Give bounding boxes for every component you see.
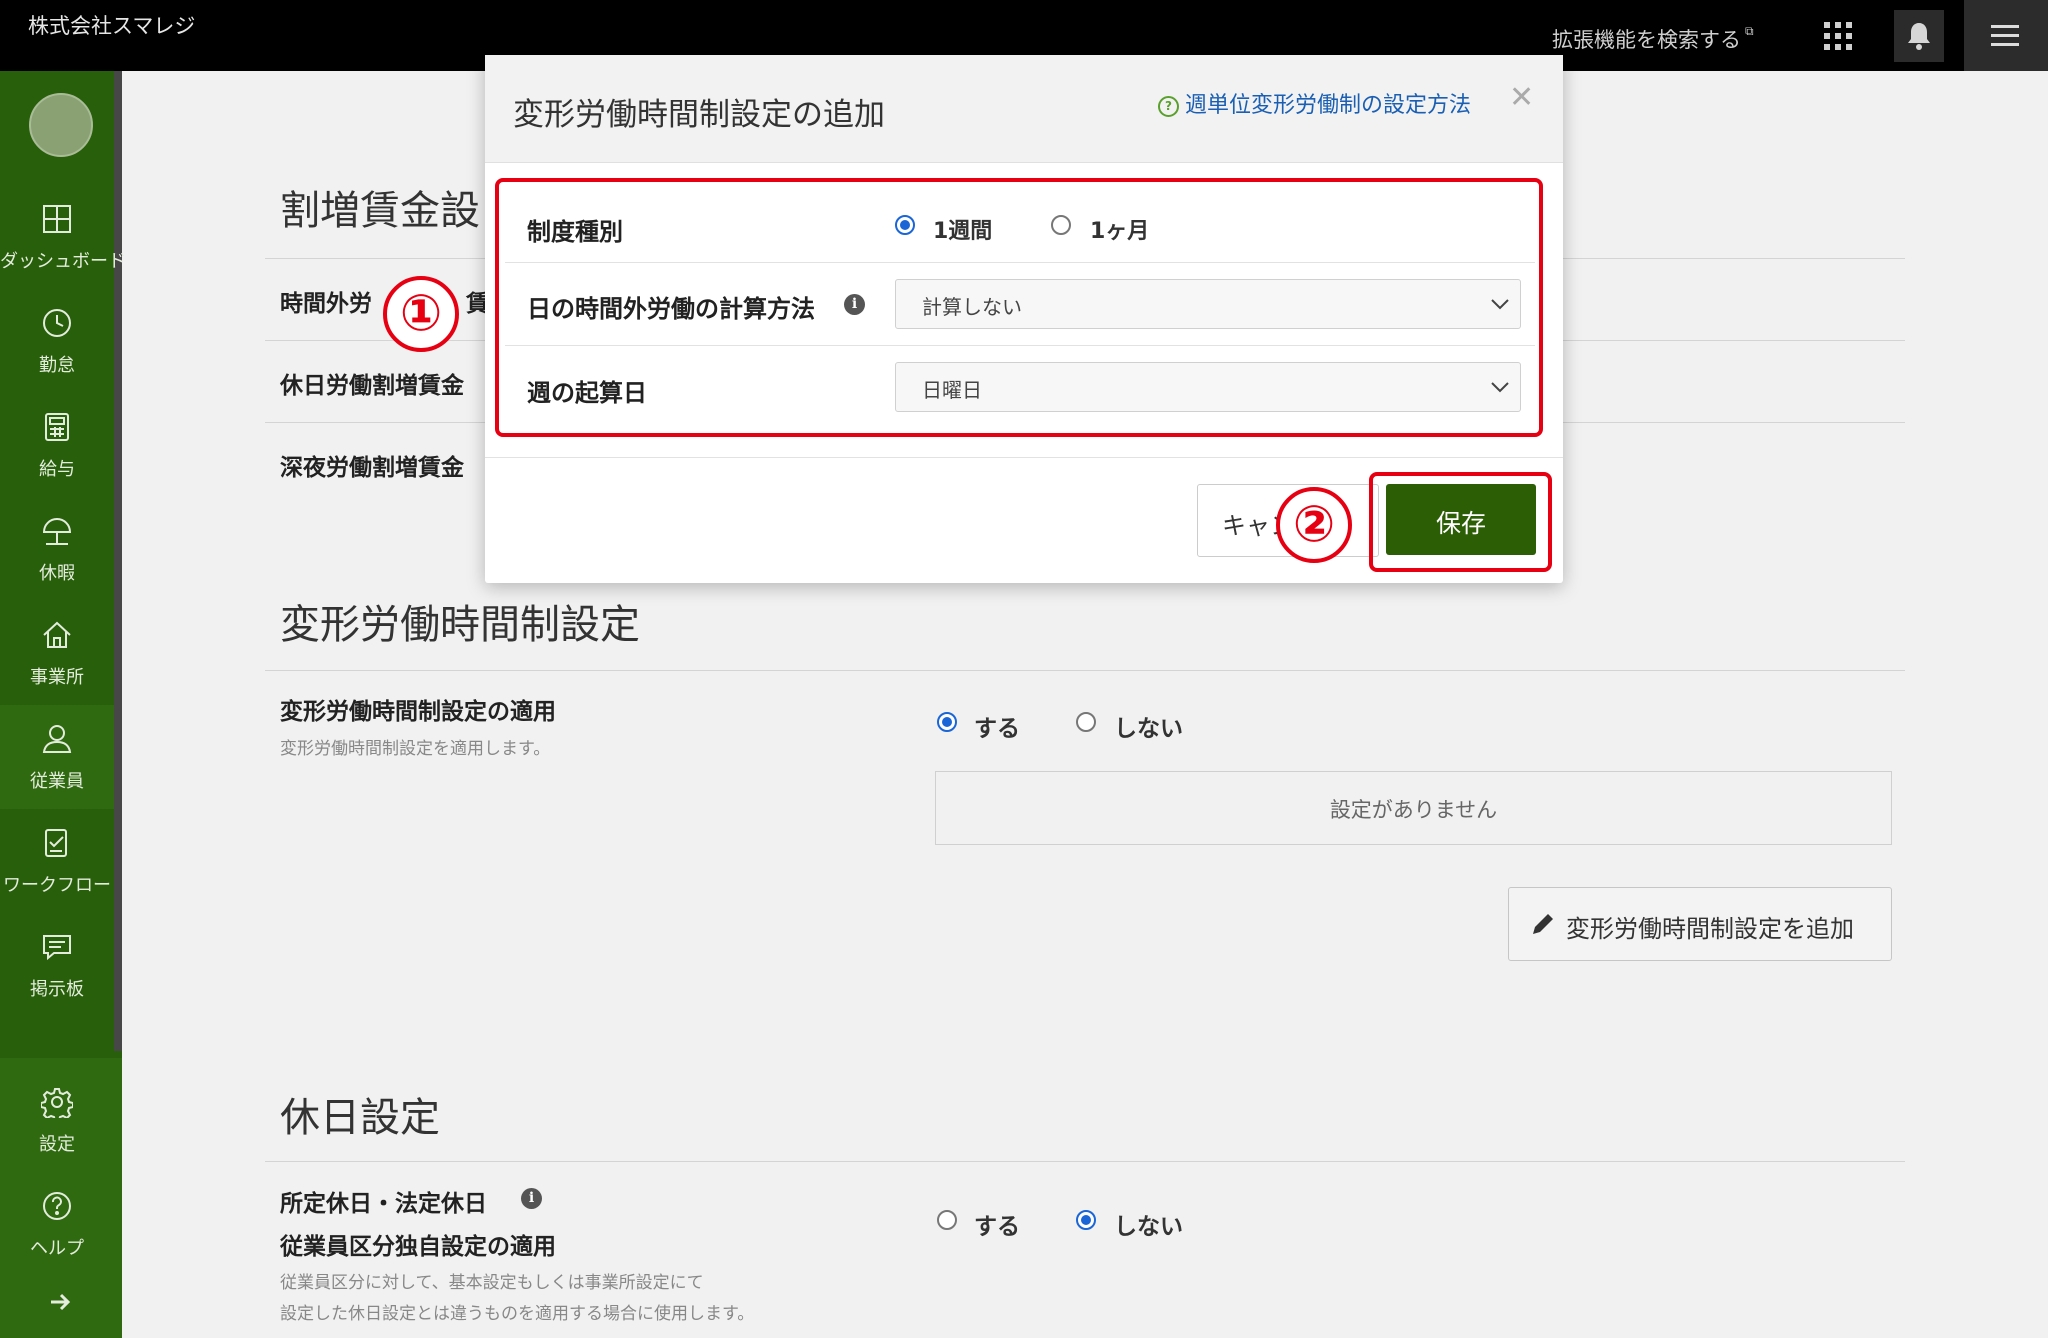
sidebar-item-settings[interactable]: 設定 — [0, 1068, 114, 1172]
holiday-apply-yes-label[interactable]: する — [974, 1207, 1020, 1241]
avatar[interactable] — [29, 93, 93, 157]
divider — [265, 1161, 1905, 1162]
company-name: 株式会社スマレジ — [28, 14, 196, 38]
bell-icon — [1908, 23, 1930, 50]
flex-apply-yes-radio[interactable] — [937, 712, 957, 732]
flex-apply-description: 変形労働時間制設定を適用します。 — [280, 739, 551, 759]
holiday-setting-label-2: 従業員区分独自設定の適用 — [280, 1234, 556, 1260]
clock-icon — [43, 309, 71, 337]
holiday-setting-label-1: 所定休日・法定休日 — [280, 1191, 487, 1217]
modal-header: 変形労働時間制設定の追加 ? 週単位変形労働制の設定方法 ✕ — [485, 55, 1563, 163]
sidebar-item-payroll[interactable]: 給与 — [0, 393, 114, 497]
flex-apply-no-radio[interactable] — [1076, 712, 1096, 732]
modal-title: 変形労働時間制設定の追加 — [513, 97, 885, 133]
flex-settings-empty-box: 設定がありません — [935, 771, 1892, 845]
help-icon — [43, 1192, 71, 1220]
expand-arrow-icon[interactable] — [48, 1290, 72, 1314]
holiday-apply-yes-radio[interactable] — [937, 1210, 957, 1230]
person-icon — [42, 725, 72, 753]
gear-icon — [41, 1088, 73, 1118]
calculator-icon — [45, 413, 69, 441]
sidebar-item-employees[interactable]: 従業員 — [0, 705, 114, 809]
divider — [265, 670, 1905, 671]
help-circle-icon: ? — [1158, 96, 1179, 117]
annotation-box-1 — [495, 178, 1543, 437]
holiday-setting-desc-2: 設定した休日設定とは違うものを適用する場合に使用します。 — [280, 1304, 755, 1324]
annotation-step-2: ② — [1276, 487, 1352, 563]
main-menu-button[interactable] — [1964, 0, 2048, 71]
apps-grid-icon[interactable] — [1822, 20, 1854, 52]
overtime-premium-label: 時間外労 — [280, 291, 372, 317]
night-premium-label: 深夜労働割増賃金 — [280, 455, 464, 481]
sidebar-item-help[interactable]: ヘルプ — [0, 1172, 114, 1276]
holiday-apply-no-label[interactable]: しない — [1114, 1207, 1183, 1241]
sidebar-item-office[interactable]: 事業所 — [0, 601, 114, 705]
sidebar-item-workflow[interactable]: ワークフロー — [0, 809, 114, 913]
pencil-icon — [1533, 914, 1553, 934]
workflow-icon — [45, 829, 67, 857]
annotation-box-2 — [1369, 472, 1552, 572]
empty-message: 設定がありません — [1329, 798, 1498, 822]
premium-section-title: 割増賃金設 — [280, 188, 480, 234]
info-icon[interactable]: i — [521, 1188, 542, 1209]
sidebar-item-board[interactable]: 掲示板 — [0, 913, 114, 1017]
dashboard-icon — [43, 205, 71, 233]
weekly-flex-help-link[interactable]: ? 週単位変形労働制の設定方法 — [1158, 87, 1471, 119]
home-icon — [43, 621, 71, 648]
flex-apply-label: 変形労働時間制設定の適用 — [280, 699, 556, 725]
hamburger-menu-icon — [1991, 25, 2019, 46]
close-icon[interactable]: ✕ — [1509, 80, 1534, 115]
annotation-step-1: ① — [383, 276, 459, 352]
notifications-button[interactable] — [1894, 10, 1944, 62]
holiday-setting-desc-1: 従業員区分に対して、基本設定もしくは事業所設定にて — [280, 1273, 704, 1293]
flex-apply-no-label[interactable]: しない — [1114, 709, 1183, 743]
extensions-search-link[interactable]: 拡張機能を検索する ⧉ — [1552, 24, 1754, 54]
flex-section-title: 変形労働時間制設定 — [280, 602, 640, 648]
sidebar-item-dashboard[interactable]: ダッシュボード — [0, 185, 126, 289]
divider — [485, 457, 1563, 458]
holiday-apply-no-radio[interactable] — [1076, 1210, 1096, 1230]
sidebar-scrollbar[interactable] — [114, 71, 122, 1051]
holiday-premium-label: 休日労働割増賃金 — [280, 373, 464, 399]
add-flex-setting-button[interactable]: 変形労働時間制設定を追加 — [1508, 887, 1892, 961]
flex-apply-yes-label[interactable]: する — [974, 709, 1020, 743]
sidebar-item-attendance[interactable]: 勤怠 — [0, 289, 114, 393]
chat-icon — [43, 935, 71, 961]
external-link-icon: ⧉ — [1745, 24, 1754, 38]
umbrella-icon — [42, 518, 72, 545]
sidebar-item-leave[interactable]: 休暇 — [0, 497, 114, 601]
holiday-section-title: 休日設定 — [280, 1095, 440, 1141]
